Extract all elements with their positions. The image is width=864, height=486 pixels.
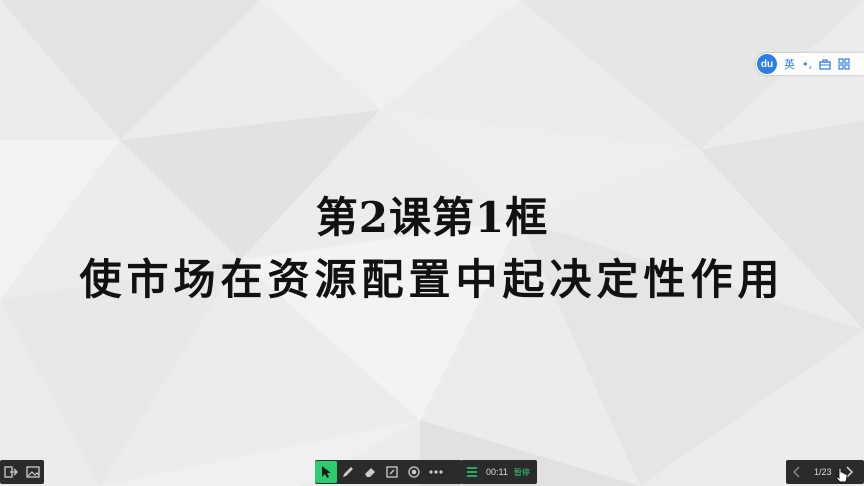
record-icon[interactable] (403, 461, 425, 483)
image-icon[interactable] (22, 461, 44, 483)
page-indicator: 1/23 (814, 467, 832, 477)
slide-title: 第2课第1框 使市场在资源配置中起决定性作用 (0, 188, 864, 310)
pause-button[interactable]: 暂停 (514, 467, 530, 478)
pen-icon[interactable] (337, 461, 359, 483)
menu-icon[interactable] (461, 461, 483, 483)
pointer-icon[interactable] (315, 461, 337, 483)
eraser-icon[interactable] (359, 461, 381, 483)
note-icon[interactable] (381, 461, 403, 483)
lesson-heading: 第2课第1框 (315, 193, 549, 242)
ime-punctuation-toggle[interactable]: •, (802, 58, 812, 71)
annotation-toolbar (315, 460, 462, 484)
ime-language-toggle[interactable]: 英 (784, 56, 795, 72)
mouse-cursor-icon (836, 467, 848, 483)
timer-display: 00:11 (486, 467, 508, 477)
exit-icon[interactable] (0, 461, 22, 483)
grid-icon[interactable] (838, 58, 850, 70)
more-icon[interactable] (425, 461, 447, 483)
prev-page-icon[interactable] (786, 461, 808, 483)
lesson-subtitle: 使市场在资源配置中起决定性作用 (79, 255, 785, 304)
page-navigator: 1/23 (786, 460, 864, 484)
timer-toolbar: 00:11 暂停 (461, 460, 537, 484)
baidu-ime-logo[interactable]: du (757, 54, 777, 74)
toolbox-icon[interactable] (819, 58, 831, 70)
ime-toolbar[interactable]: du 英 •, (756, 53, 864, 75)
left-toolbar (0, 460, 44, 484)
